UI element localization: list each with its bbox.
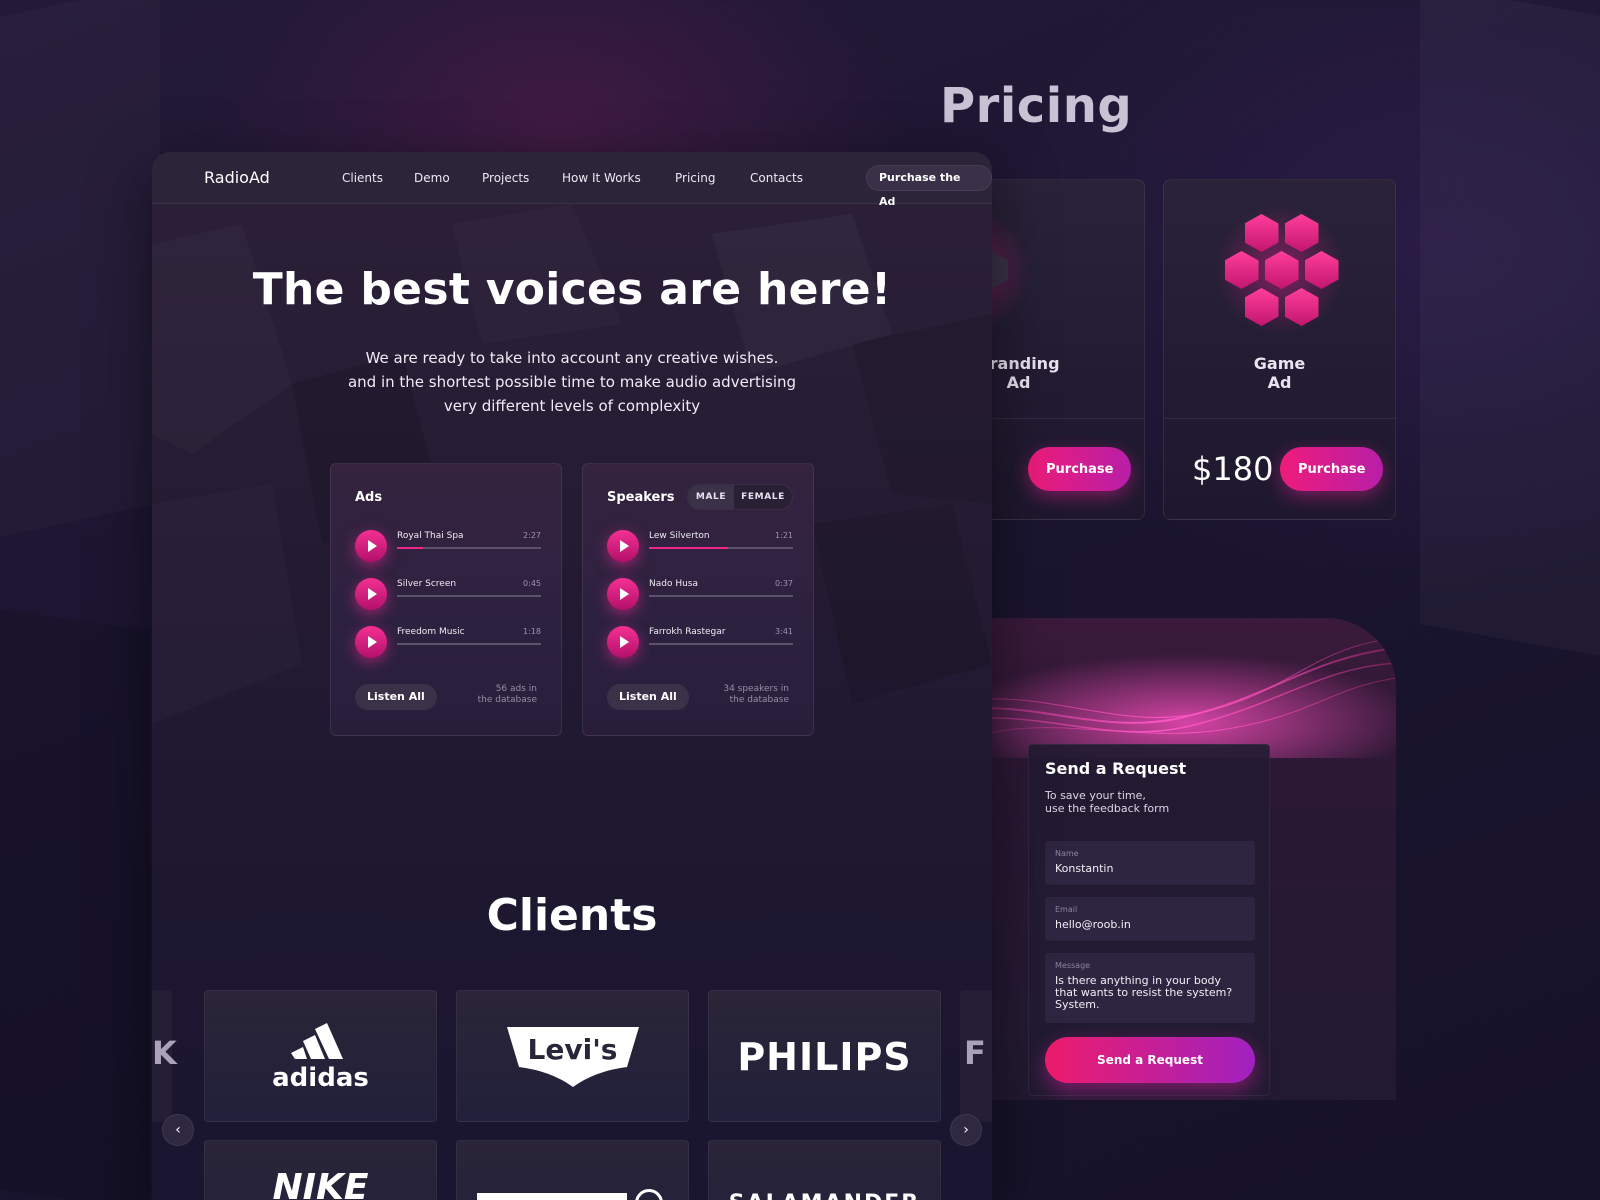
hero-subtitle: We are ready to take into account any cr… [347, 349, 797, 415]
divider [1164, 418, 1395, 419]
form-subtitle: To save your time, use the feedback form [1045, 789, 1170, 815]
send-request-button[interactable]: Send a Request [1045, 1037, 1255, 1083]
client-logo-circle-icon [635, 1189, 663, 1200]
track-progress-bar[interactable] [397, 595, 541, 597]
background-facet [1420, 0, 1600, 656]
track-duration: 1:21 [775, 531, 793, 540]
ads-panel: Ads Royal Thai Spa 2:27 Silver Screen 0:… [330, 463, 562, 736]
gender-toggle: MALE FEMALE [687, 484, 793, 510]
navbar: RadioAd Clients Demo Projects How It Wor… [152, 152, 992, 208]
panel-title: Speakers [607, 490, 675, 505]
track-name: Nado Husa [649, 579, 699, 589]
track-progress-bar[interactable] [649, 547, 793, 549]
track-duration: 2:27 [523, 531, 541, 540]
track-progress-bar[interactable] [649, 595, 793, 597]
client-logo [456, 1140, 689, 1200]
track-row: Nado Husa 0:37 [607, 578, 793, 612]
request-form: Send a Request To save your time, use th… [1028, 744, 1270, 1096]
nav-link-how-it-works[interactable]: How It Works [562, 171, 641, 185]
client-logo-nike: NIKE [204, 1140, 437, 1200]
name-field[interactable]: Name Konstantin [1045, 841, 1255, 885]
play-icon[interactable] [355, 530, 387, 562]
track-row: Freedom Music 1:18 [355, 626, 541, 660]
listen-all-button[interactable]: Listen All [607, 684, 689, 710]
nav-link-contacts[interactable]: Contacts [750, 171, 803, 185]
track-duration: 0:37 [775, 579, 793, 588]
listen-all-button[interactable]: Listen All [355, 684, 437, 710]
sound-wave-graphic [930, 618, 1396, 758]
client-logo-partial: K [152, 990, 177, 1122]
track-duration: 0:45 [523, 579, 541, 588]
nav-link-clients[interactable]: Clients [342, 171, 383, 185]
panel-title: Ads [355, 490, 383, 505]
hexagon-cluster-icon [1204, 204, 1355, 336]
pricing-title: Pricing [940, 78, 1133, 134]
client-logo-adidas: adidas [204, 990, 437, 1122]
track-duration: 1:18 [523, 627, 541, 636]
track-progress-bar[interactable] [649, 643, 793, 645]
adidas-stripes-icon [291, 1023, 343, 1059]
form-title: Send a Request [1045, 759, 1187, 778]
client-logo-levis: Levi's [456, 990, 689, 1122]
client-logo-salamander: SALAMANDER [708, 1140, 941, 1200]
background-facet [0, 0, 160, 537]
pricing-card-game: Game Ad $180 Purchase [1163, 179, 1396, 520]
clients-title: Clients [486, 890, 658, 941]
purchase-button[interactable]: Purchase [1028, 447, 1132, 491]
nav-link-projects[interactable]: Projects [482, 171, 529, 185]
track-name: Lew Silverton [649, 531, 710, 541]
carousel-prev-button[interactable]: ‹ [162, 1114, 194, 1146]
toggle-female[interactable]: FEMALE [734, 485, 792, 509]
client-logo-partial: F [960, 990, 992, 1122]
pricing-card-name: Game Ad [1253, 354, 1306, 392]
email-field[interactable]: Email hello@roob.in [1045, 897, 1255, 941]
background-facet [0, 609, 150, 1200]
play-icon[interactable] [607, 578, 639, 610]
hero-title: The best voices are here! [252, 264, 892, 315]
purchase-button[interactable]: Purchase [1280, 447, 1384, 491]
toggle-male[interactable]: MALE [688, 485, 734, 509]
track-duration: 3:41 [775, 627, 793, 636]
track-progress-bar[interactable] [397, 547, 541, 549]
client-logo-mark-icon [477, 1193, 627, 1200]
request-panel: Send a Request To save your time, use th… [930, 618, 1396, 1100]
track-name: Freedom Music [397, 627, 465, 637]
play-icon[interactable] [355, 626, 387, 658]
client-logo-philips: PHILIPS [708, 990, 941, 1122]
track-row: Silver Screen 0:45 [355, 578, 541, 612]
purchase-ad-button[interactable]: Purchase the Ad [866, 165, 992, 208]
message-field[interactable]: Message Is there anything in your body t… [1045, 953, 1255, 1023]
ads-count: 56 ads in the database [477, 684, 537, 705]
track-row: Lew Silverton 1:21 [607, 530, 793, 564]
play-icon[interactable] [607, 530, 639, 562]
play-icon[interactable] [355, 578, 387, 610]
nav-link-pricing[interactable]: Pricing [675, 171, 715, 185]
carousel-next-button[interactable]: › [950, 1114, 982, 1146]
track-row: Farrokh Rastegar 3:41 [607, 626, 793, 660]
track-name: Farrokh Rastegar [649, 627, 726, 637]
website-window: RadioAd Clients Demo Projects How It Wor… [152, 152, 992, 1200]
track-name: Royal Thai Spa [397, 531, 464, 541]
track-progress-bar[interactable] [397, 643, 541, 645]
nav-link-demo[interactable]: Demo [414, 171, 450, 185]
speakers-panel: Speakers MALE FEMALE Lew Silverton 1:21 … [582, 463, 814, 736]
play-icon[interactable] [607, 626, 639, 658]
pricing-card-price: $180 [1192, 450, 1274, 488]
site-logo[interactable]: RadioAd [204, 168, 270, 187]
track-row: Royal Thai Spa 2:27 [355, 530, 541, 564]
speakers-count: 34 speakers in the database [723, 684, 789, 705]
track-name: Silver Screen [397, 579, 457, 589]
